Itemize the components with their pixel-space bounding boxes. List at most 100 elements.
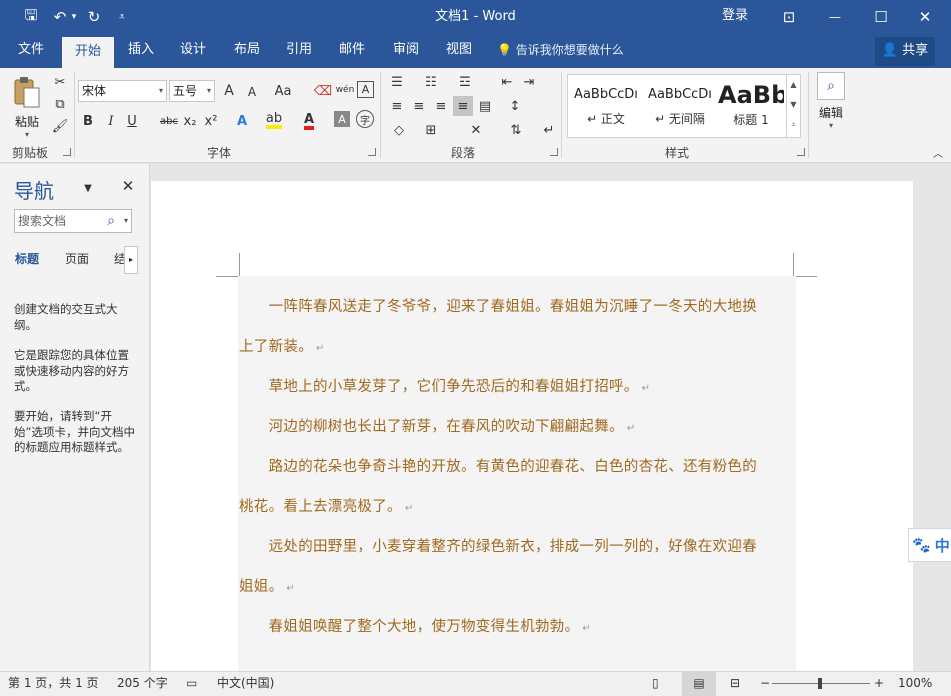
document-area[interactable]: 一阵阵春风送走了冬爷爷，迎来了春姐姐。春姐姐为沉睡了一冬天的大地换 上了新装。 ↵…	[151, 164, 951, 671]
chevron-up-icon[interactable]: ▲	[787, 75, 800, 95]
document-page[interactable]: 一阵阵春风送走了冬爷爷，迎来了春姐姐。春姐姐为沉睡了一冬天的大地换 上了新装。 ↵…	[151, 181, 913, 671]
bullets-icon[interactable]: ☰	[387, 72, 407, 92]
doc-line[interactable]: 春姐姐唤醒了整个大地，使万物变得生机勃勃。 ↵	[239, 607, 795, 649]
tab-layout[interactable]: 布局	[226, 34, 268, 68]
clear-formatting-icon[interactable]: ⌫	[313, 81, 333, 101]
language-indicator[interactable]: 中文(中国)	[217, 672, 274, 696]
read-mode-icon[interactable]: ▯	[652, 672, 659, 696]
tab-review[interactable]: 审阅	[385, 34, 427, 68]
enclose-characters-icon[interactable]: 字	[356, 110, 374, 128]
decrease-indent-icon[interactable]: ⇤	[497, 72, 517, 92]
nav-search-input[interactable]: 搜索文档 ⌕ ▾	[14, 209, 132, 233]
paste-button[interactable]: 粘贴 ▾	[8, 74, 46, 139]
bold-button[interactable]: B	[78, 111, 98, 131]
tab-view[interactable]: 视图	[438, 34, 480, 68]
word-count[interactable]: 205 个字	[117, 672, 168, 696]
change-case-icon[interactable]: Aa	[270, 81, 296, 101]
sort-icon[interactable]: ⇅	[506, 120, 526, 140]
doc-line[interactable]: 河边的柳树也长出了新芽，在春风的吹动下翩翩起舞。 ↵	[239, 407, 795, 449]
highlight-color-icon[interactable]: ab	[264, 111, 284, 131]
show-marks-icon[interactable]: ↵	[539, 120, 559, 140]
nav-tabs-scroll-right[interactable]: ▸	[124, 246, 138, 274]
tab-file[interactable]: 文件	[8, 34, 54, 68]
chinese-layout-icon[interactable]: ✕	[466, 120, 486, 140]
zoom-slider-thumb[interactable]	[818, 678, 822, 689]
nav-options-icon[interactable]: ▼	[78, 178, 98, 198]
character-shading-icon[interactable]: A	[334, 111, 350, 127]
borders-icon[interactable]: ⊞	[421, 120, 441, 140]
zoom-out-button[interactable]: −	[760, 672, 770, 696]
grow-font-icon[interactable]: A	[219, 81, 239, 101]
doc-line[interactable]: 草地上的小草发芽了，它们争先恐后的和春姐姐打招呼。 ↵	[239, 367, 795, 409]
undo-icon[interactable]: ↶	[50, 0, 70, 34]
styles-scroll[interactable]: ▲ ▼ ⩡	[786, 75, 800, 137]
tell-me-search[interactable]: 💡 告诉我你想要做什么	[497, 34, 624, 68]
tab-mailings[interactable]: 邮件	[331, 34, 373, 68]
styles-more-icon[interactable]: ⩡	[787, 115, 800, 135]
subscript-button[interactable]: x₂	[180, 111, 200, 131]
align-center-icon[interactable]: ≡	[409, 96, 429, 116]
collapse-ribbon-icon[interactable]: ︿	[928, 142, 948, 162]
styles-launcher-icon[interactable]	[797, 148, 805, 156]
font-size-select[interactable]: 五号 ▾	[169, 80, 215, 102]
style-no-spacing[interactable]: AaBbCcDı ↵ 无间隔	[644, 75, 716, 137]
nav-tab-headings[interactable]: 标题	[15, 250, 39, 267]
doc-line[interactable]: 上了新装。 ↵	[239, 327, 795, 369]
redo-icon[interactable]: ↻	[84, 0, 104, 34]
format-painter-icon[interactable]: 🖌	[50, 116, 70, 136]
superscript-button[interactable]: x²	[201, 111, 221, 131]
paragraph-launcher-icon[interactable]	[550, 148, 558, 156]
phonetic-guide-icon[interactable]: wén	[334, 80, 356, 100]
tab-design[interactable]: 设计	[172, 34, 214, 68]
doc-line[interactable]: 桃花。看上去漂亮极了。 ↵	[239, 487, 795, 529]
italic-button[interactable]: I	[101, 111, 121, 131]
strikethrough-button[interactable]: abc	[156, 111, 182, 131]
text-effects-icon[interactable]: A	[232, 111, 252, 131]
font-name-select[interactable]: 宋体 ▾	[78, 80, 167, 102]
shrink-font-icon[interactable]: A	[242, 82, 262, 102]
chevron-down-icon[interactable]: ▾	[124, 210, 128, 232]
tab-insert[interactable]: 插入	[120, 34, 162, 68]
style-heading-1[interactable]: AaBb 标题 1	[718, 75, 784, 137]
justify-icon[interactable]: ≡	[453, 96, 473, 116]
cut-icon[interactable]: ✂	[50, 72, 70, 92]
distributed-icon[interactable]: ▤	[475, 96, 495, 116]
zoom-level[interactable]: 100%	[898, 672, 932, 696]
align-left-icon[interactable]: ≡	[387, 96, 407, 116]
multilevel-list-icon[interactable]: ☲	[455, 72, 475, 92]
web-layout-icon[interactable]: ⊟	[730, 672, 740, 696]
close-icon[interactable]: ✕	[118, 176, 138, 196]
numbering-icon[interactable]: ☷	[421, 72, 441, 92]
font-color-icon[interactable]: A	[299, 111, 319, 131]
maximize-icon[interactable]: ☐	[868, 0, 894, 34]
customize-quick-access-icon[interactable]: ⩡	[113, 0, 131, 34]
underline-button[interactable]: U	[122, 111, 142, 131]
line-spacing-icon[interactable]: ↕	[505, 96, 525, 116]
doc-line[interactable]: 路边的花朵也争奇斗艳的开放。有黄色的迎春花、白色的杏花、还有粉色的	[239, 447, 795, 487]
save-icon[interactable]: 🖫	[18, 0, 44, 34]
share-button[interactable]: 👤 共享	[875, 37, 935, 66]
increase-indent-icon[interactable]: ⇥	[519, 72, 539, 92]
doc-line[interactable]: 一阵阵春风送走了冬爷爷，迎来了春姐姐。春姐姐为沉睡了一冬天的大地换	[239, 287, 795, 327]
chevron-down-icon[interactable]: ▼	[787, 95, 800, 115]
zoom-in-button[interactable]: +	[874, 672, 884, 696]
style-normal[interactable]: AaBbCcDı ↵ 正文	[570, 75, 642, 137]
tab-references[interactable]: 引用	[278, 34, 320, 68]
editing-button[interactable]: ⌕ 编辑 ▾	[814, 72, 848, 136]
minimize-icon[interactable]: —	[822, 0, 848, 34]
character-border-icon[interactable]: A	[357, 81, 374, 98]
zoom-slider[interactable]	[772, 678, 870, 689]
ime-toolbar[interactable]: 🐾 中	[908, 528, 951, 562]
nav-tab-pages[interactable]: 页面	[65, 250, 89, 267]
font-launcher-icon[interactable]	[368, 148, 376, 156]
login-link[interactable]: 登录	[722, 0, 748, 34]
search-icon[interactable]: ⌕	[107, 210, 115, 232]
copy-icon[interactable]: ⧉	[50, 94, 70, 114]
ribbon-display-options-icon[interactable]: ⊡	[776, 0, 802, 34]
align-right-icon[interactable]: ≡	[431, 96, 451, 116]
clipboard-launcher-icon[interactable]	[63, 148, 71, 156]
page-count[interactable]: 第 1 页，共 1 页	[8, 672, 99, 696]
doc-line[interactable]: 姐姐。 ↵	[239, 567, 795, 609]
doc-line[interactable]: 远处的田野里，小麦穿着整齐的绿色新衣，排成一列一列的，好像在欢迎春	[239, 527, 795, 567]
proofing-icon[interactable]: ▭	[186, 672, 197, 696]
